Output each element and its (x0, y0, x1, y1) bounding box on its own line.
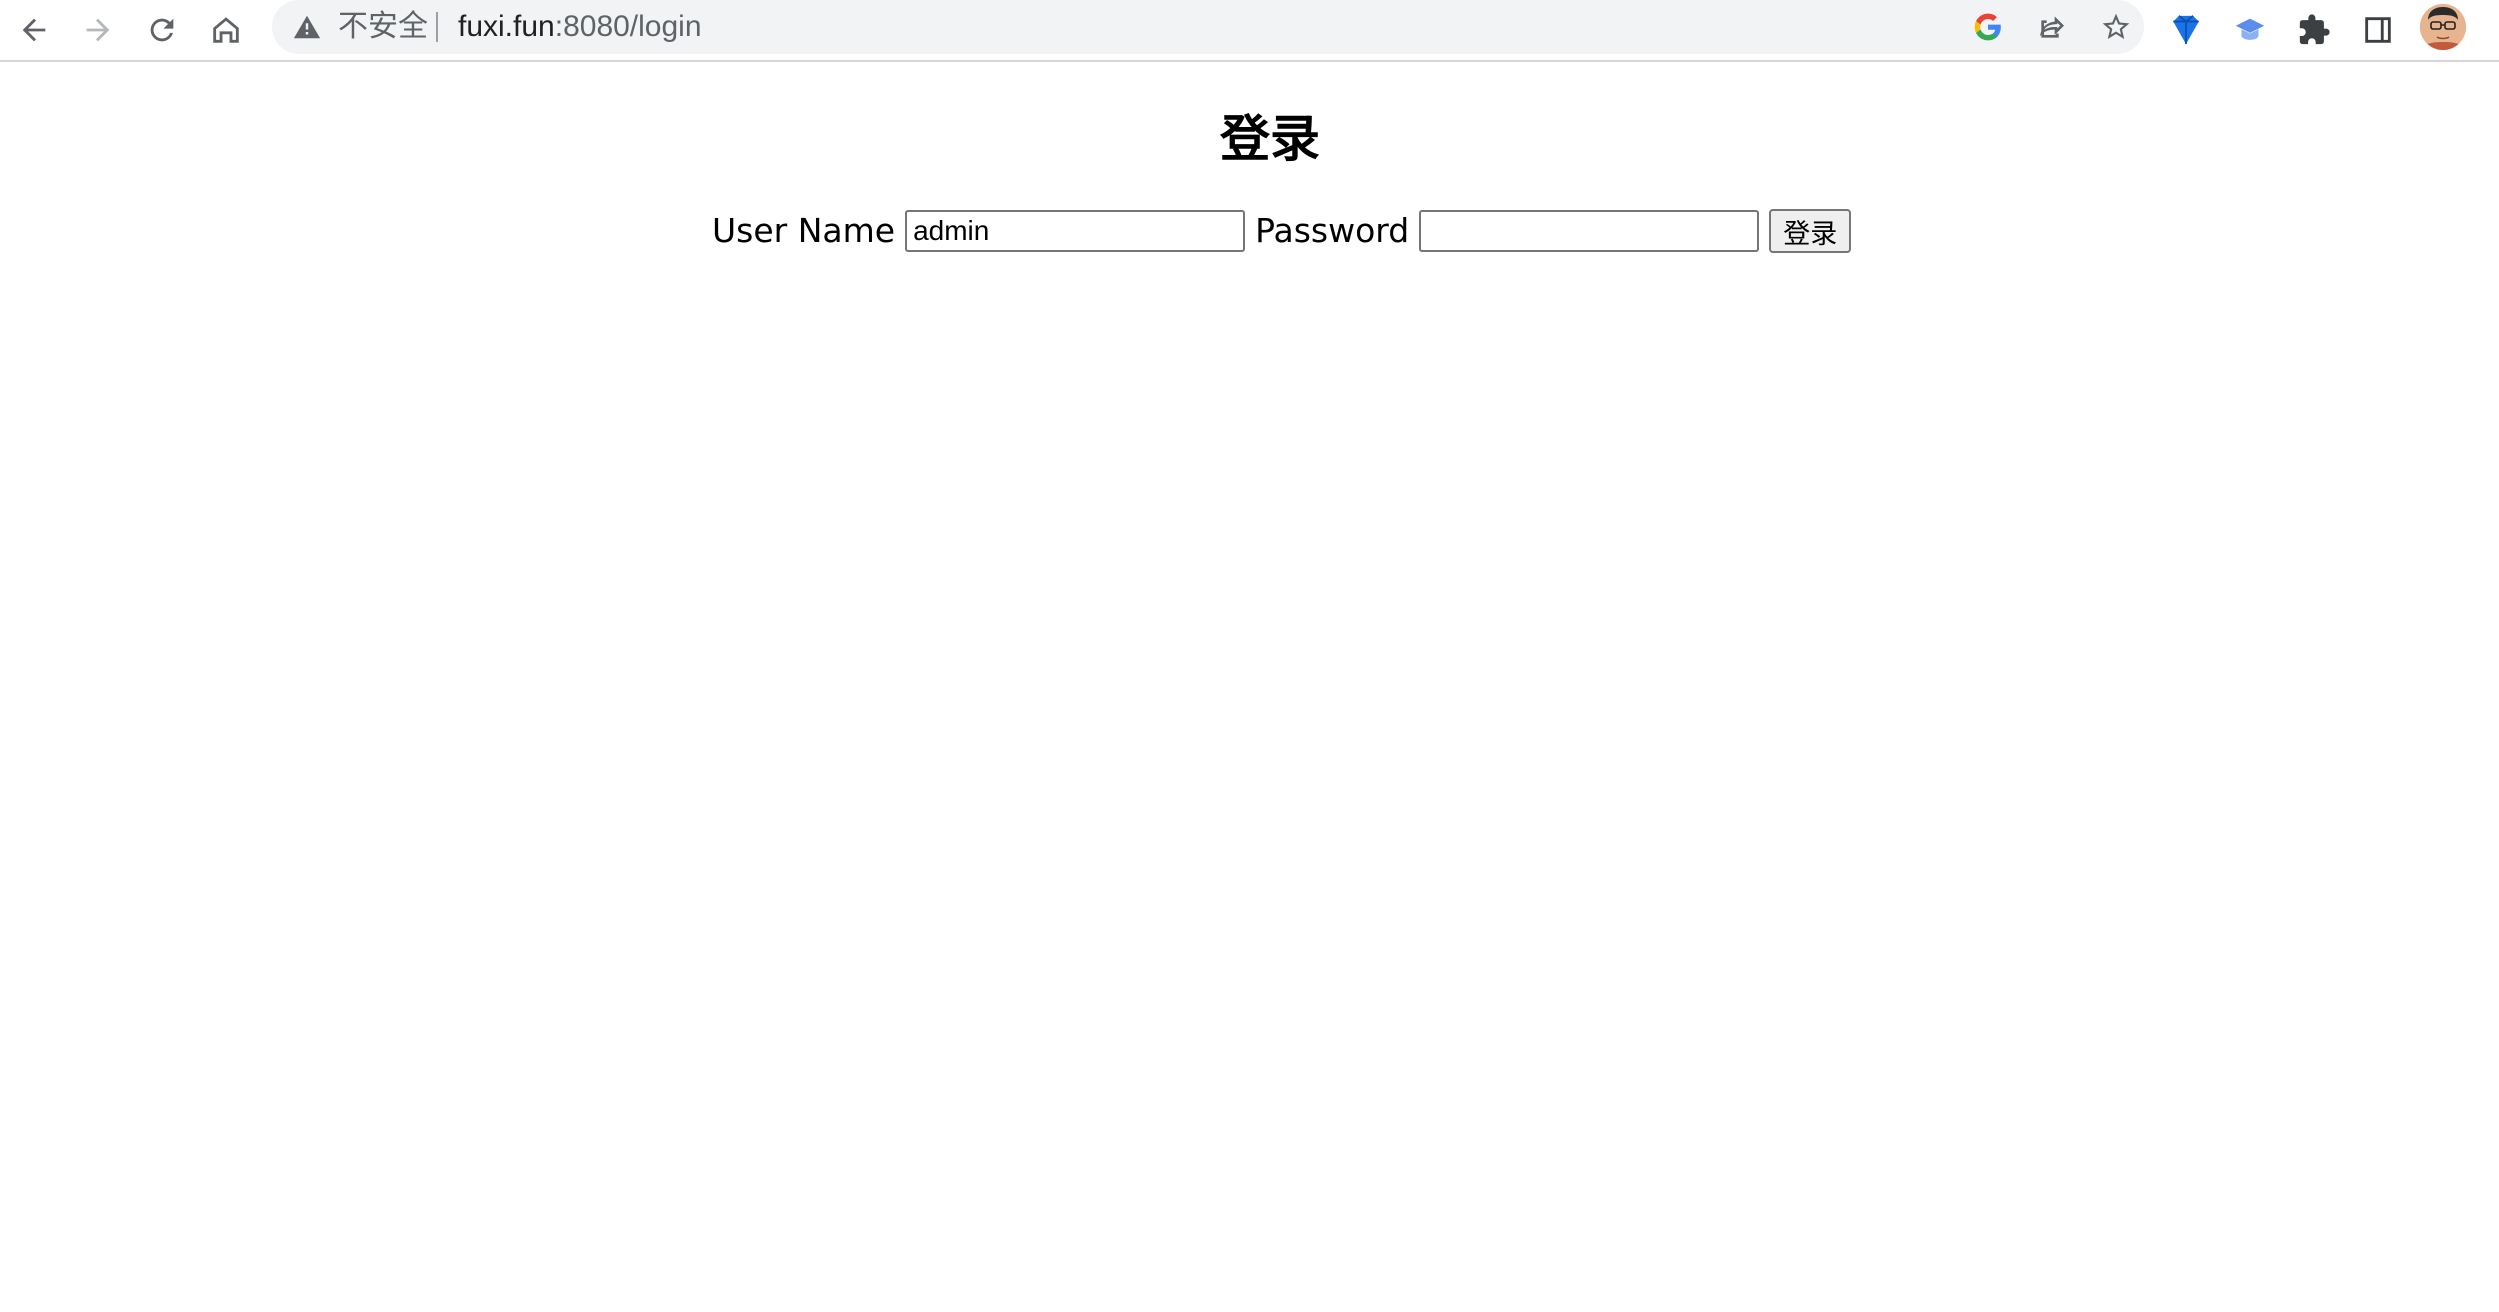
arrow-left-icon (22, 18, 46, 42)
home-button[interactable] (200, 4, 252, 56)
star-icon (2102, 13, 2130, 39)
share-icon (2040, 16, 2064, 38)
username-input[interactable] (905, 210, 1246, 252)
url-path: :8080/login (554, 10, 702, 43)
address-separator (436, 12, 438, 42)
share-button[interactable] (2026, 4, 2078, 50)
warning-triangle-icon[interactable] (292, 12, 322, 42)
username-label: User Name (712, 211, 896, 250)
login-button[interactable]: 登录 (1769, 209, 1852, 253)
password-input[interactable] (1419, 210, 1760, 252)
security-status-label[interactable]: 不安全 (338, 8, 428, 46)
profile-avatar[interactable] (2420, 4, 2466, 50)
google-lens-button[interactable] (1962, 4, 2014, 50)
extension-cap-button[interactable] (2224, 4, 2276, 56)
google-icon (1974, 13, 2001, 41)
address-bar[interactable]: 不安全 fuxi.fun:8080/login (272, 0, 2144, 54)
url-host: fuxi.fun (458, 10, 555, 43)
graduation-cap-extension-icon (2235, 18, 2265, 40)
side-panel-icon (2365, 17, 2391, 43)
login-form: User Name Password 登录 (712, 206, 1852, 256)
url-text[interactable]: fuxi.fun:8080/login (458, 8, 702, 46)
forward-button[interactable] (72, 4, 124, 56)
home-icon (213, 17, 239, 43)
back-button[interactable] (8, 4, 60, 56)
reload-button[interactable] (136, 4, 188, 56)
profile-avatar-image (2420, 4, 2466, 50)
browser-toolbar: 不安全 fuxi.fun:8080/login (0, 0, 2499, 62)
bookmark-button[interactable] (2090, 4, 2142, 50)
page-title: 登录 (1220, 110, 1320, 168)
extension-gem-button[interactable] (2160, 4, 2212, 56)
arrow-right-icon (86, 18, 110, 42)
password-label: Password (1255, 211, 1410, 250)
reload-icon (150, 18, 174, 42)
extensions-menu-button[interactable] (2288, 4, 2340, 56)
gem-extension-icon (2173, 15, 2199, 45)
puzzle-icon (2299, 14, 2330, 45)
side-panel-button[interactable] (2352, 4, 2404, 56)
